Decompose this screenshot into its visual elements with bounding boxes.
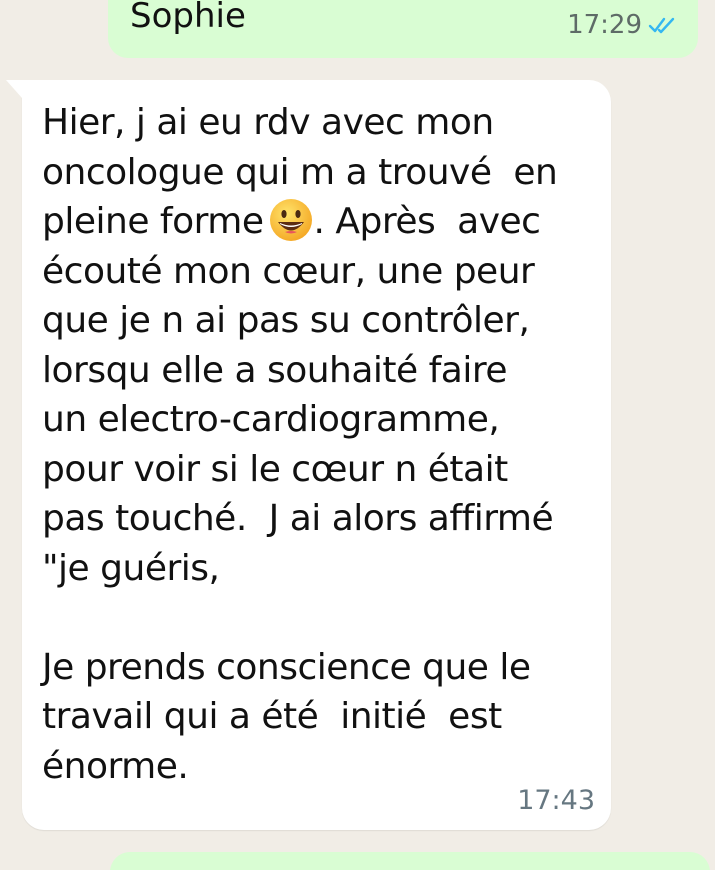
message-line: énorme. [42, 745, 189, 787]
message-line: Je prends conscience que le [42, 646, 531, 688]
outgoing-message-bubble[interactable]: Sophie 17:29 [108, 0, 698, 58]
bubble-tail [6, 80, 22, 98]
message-meta: 17:29 [567, 10, 678, 40]
message-line: écouté mon cœur, une peur [42, 250, 535, 292]
message-line: pas touché. J ai alors affirmé [42, 498, 554, 539]
message-line: que je n ai pas su contrôler, [42, 300, 530, 341]
grinning-face-emoji [269, 199, 312, 241]
outgoing-message-bubble[interactable] [110, 852, 710, 870]
chat-thread: Sophie 17:29 Hier, j ai eu rdv avec mon … [0, 0, 715, 870]
message-line: travail qui a été initié est [42, 696, 502, 737]
double-check-read-icon [648, 17, 675, 34]
message-text: Sophie [130, 0, 246, 36]
message-text: Hier, j ai eu rdv avec mon oncologue qui… [42, 98, 597, 791]
message-line: Hier, j ai eu rdv avec mon [42, 102, 494, 143]
message-time: 17:29 [567, 10, 642, 40]
message-line: "je guéris, [42, 547, 220, 589]
message-line: pour voir si le cœur n était [42, 448, 508, 490]
message-line: . Après avec [313, 201, 541, 242]
message-line: oncologue qui m a trouvé en [42, 151, 558, 193]
message-line: pleine forme [42, 201, 264, 242]
message-time: 17:43 [517, 785, 595, 816]
message-line: lorsqu elle a souhaité faire [42, 349, 508, 391]
message-line: un electro-cardiogramme, [42, 399, 500, 440]
incoming-message-bubble[interactable]: Hier, j ai eu rdv avec mon oncologue qui… [6, 80, 611, 830]
